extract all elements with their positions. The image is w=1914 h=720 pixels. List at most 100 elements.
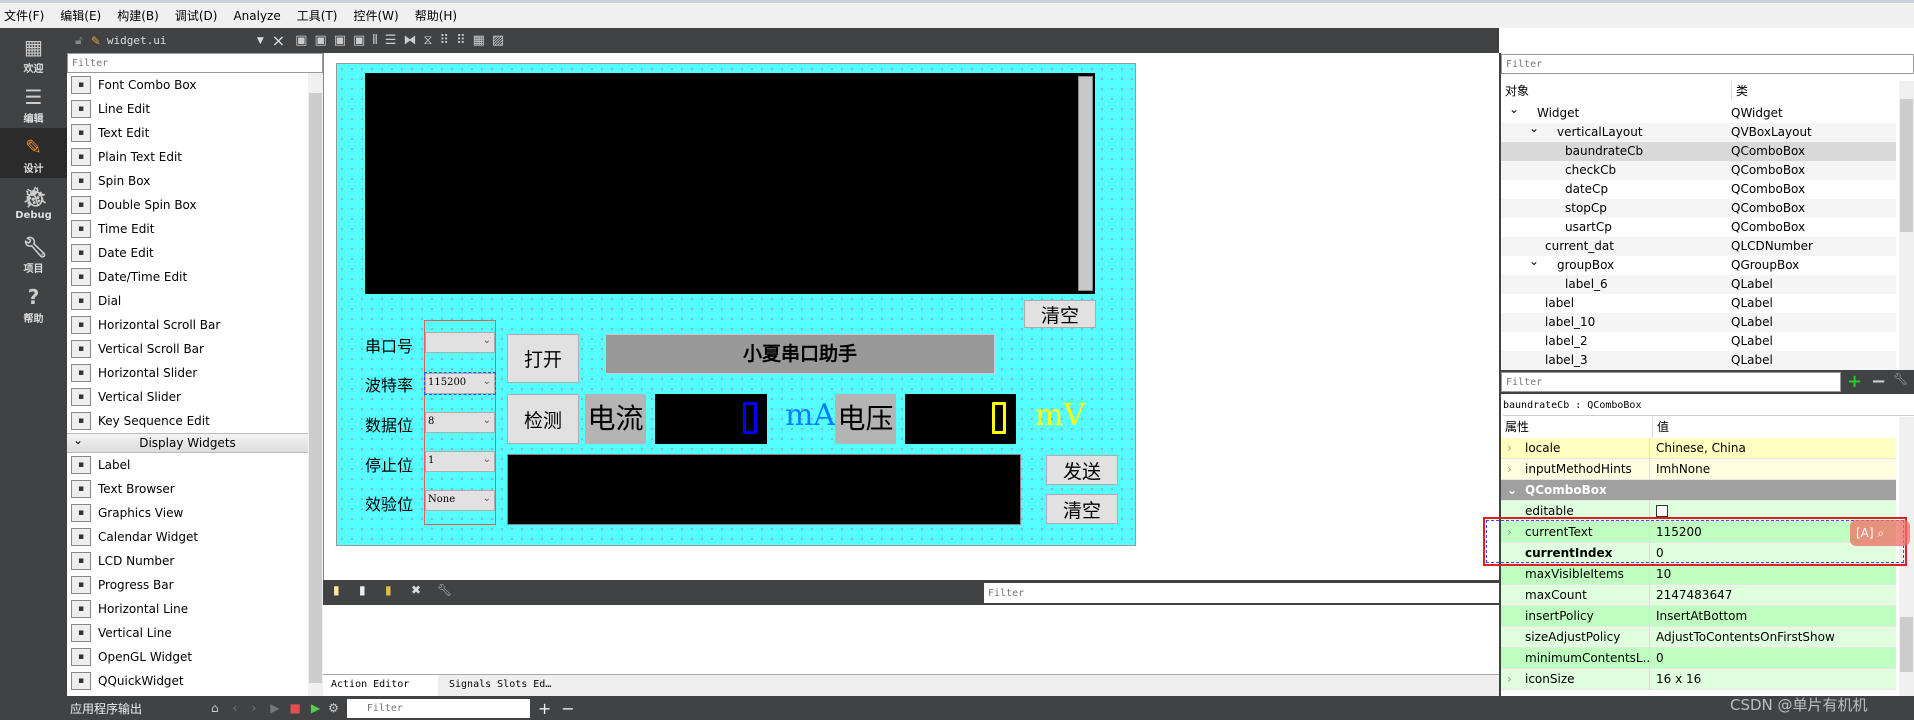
file-selector[interactable]: widget.ui xyxy=(107,34,257,47)
widget-item[interactable]: ▪ Line Edit xyxy=(67,97,308,121)
chevron-right-icon[interactable]: › xyxy=(1507,438,1512,459)
widget-item[interactable]: ▪ Horizontal Slider xyxy=(67,361,308,385)
detect-button[interactable]: 检测 xyxy=(507,394,579,444)
gear-icon[interactable]: ⚙ xyxy=(328,701,339,715)
property-value[interactable]: InsertAtBottom xyxy=(1656,606,1747,627)
add-property-icon[interactable]: + xyxy=(1847,371,1862,392)
property-row[interactable]: minimumContentsL... 0 xyxy=(1501,648,1896,669)
object-tree-row[interactable]: label_2 QLabel xyxy=(1501,332,1896,351)
property-filter-input[interactable] xyxy=(1501,372,1841,392)
chevron-down-icon[interactable]: ▼ xyxy=(257,36,264,46)
mode-3[interactable]: 🐞︎ Debug xyxy=(0,178,67,228)
property-value[interactable]: 0 xyxy=(1656,648,1664,669)
property-value[interactable]: 10 xyxy=(1656,564,1671,585)
ocr-search-popup[interactable]: [A] ⌕ xyxy=(1850,520,1910,546)
widget-filter-input[interactable] xyxy=(67,53,323,73)
widget-item[interactable]: ▪ Dial xyxy=(67,289,308,313)
widget-item[interactable]: ▪ Label xyxy=(67,453,308,477)
widget-item[interactable]: ▪ Text Edit xyxy=(67,121,308,145)
parity-combo[interactable]: None ⌄ xyxy=(425,490,495,511)
remove-property-icon[interactable]: − xyxy=(1871,371,1886,392)
add-icon[interactable]: + xyxy=(538,699,551,718)
widget-item[interactable]: ▪ Date/Time Edit xyxy=(67,265,308,289)
object-tree-row[interactable]: label_6 QLabel xyxy=(1501,275,1896,294)
databits-combo[interactable]: 8 ⌄ xyxy=(425,412,495,433)
property-row[interactable]: maxCount 2147483647 xyxy=(1501,585,1896,606)
paste-action-icon[interactable]: ▮ xyxy=(385,583,392,597)
widget-item[interactable]: ▪ OpenGL Widget xyxy=(67,645,308,669)
port-combo[interactable]: ⌄ xyxy=(425,332,495,353)
clean-icon[interactable]: ⌂ xyxy=(211,701,219,715)
receive-text-area[interactable] xyxy=(365,73,1095,294)
object-scrollbar[interactable] xyxy=(1899,81,1914,371)
widget-item[interactable]: ▪ Graphics View xyxy=(67,501,308,525)
new-action-icon[interactable]: ▮ xyxy=(333,583,340,597)
chevron-down-icon[interactable]: ⌄ xyxy=(1509,104,1519,119)
clear-send-button[interactable]: 清空 xyxy=(1046,494,1118,524)
widget-item[interactable]: ▪ Double Spin Box xyxy=(67,193,308,217)
widget-item[interactable]: ▪ Vertical Scroll Bar xyxy=(67,337,308,361)
chevron-right-icon[interactable]: › xyxy=(1507,459,1512,480)
close-document-button[interactable]: × xyxy=(272,31,285,50)
output-filter-input[interactable] xyxy=(346,698,530,718)
property-row[interactable]: sizeAdjustPolicy AdjustToContentsOnFirstS… xyxy=(1501,627,1896,648)
editable-checkbox[interactable] xyxy=(1656,505,1668,517)
object-tree-row[interactable]: ⌄ Widget QWidget xyxy=(1501,104,1896,123)
menu-help[interactable]: 帮助(H) xyxy=(415,7,457,24)
object-tree-row[interactable]: ⌄ verticalLayout QVBoxLayout xyxy=(1501,121,1896,142)
remove-icon[interactable]: − xyxy=(561,699,574,718)
widget-item[interactable]: ▪ Text Browser xyxy=(67,477,308,501)
property-row[interactable]: › iconSize 16 x 16 xyxy=(1501,669,1896,690)
widget-item[interactable]: ▪ Font Combo Box xyxy=(67,73,308,97)
delete-action-icon[interactable]: ✖ xyxy=(411,583,421,597)
action-filter-input[interactable] xyxy=(984,583,1499,603)
object-tree-row[interactable]: current_dat QLCDNumber xyxy=(1501,237,1896,256)
stopbits-combo[interactable]: 1 ⌄ xyxy=(425,451,495,472)
chevron-right-icon[interactable]: › xyxy=(1507,669,1512,690)
property-value[interactable]: ImhNone xyxy=(1656,459,1710,480)
widget-item[interactable]: ▪ Date Edit xyxy=(67,241,308,265)
widget-item[interactable]: ▪ Spin Box xyxy=(67,169,308,193)
previous-icon[interactable]: ‹ xyxy=(233,701,238,715)
widget-box-scrollbar[interactable] xyxy=(308,73,323,696)
open-button[interactable]: 打开 xyxy=(507,334,579,383)
property-row[interactable]: › inputMethodHints ImhNone xyxy=(1501,459,1896,480)
widget-item[interactable]: ▪ Time Edit xyxy=(67,217,308,241)
object-tree-row[interactable]: label_10 QLabel xyxy=(1501,313,1896,332)
property-value[interactable]: 16 x 16 xyxy=(1656,669,1701,690)
widget-item[interactable]: ▪ Horizontal Scroll Bar xyxy=(67,313,308,337)
object-tree-row[interactable]: checkCb QComboBox xyxy=(1501,161,1896,180)
widget-item[interactable]: ▪ Calendar Widget xyxy=(67,525,308,549)
chevron-down-icon[interactable]: ⌄ xyxy=(1507,480,1517,501)
property-value[interactable]: 2147483647 xyxy=(1656,585,1732,606)
widget-item[interactable]: ▪ Progress Bar xyxy=(67,573,308,597)
menu-build[interactable]: 构建(B) xyxy=(117,7,159,24)
object-tree-row[interactable]: stopCp QComboBox xyxy=(1501,199,1896,218)
object-tree-row[interactable]: baundrateCb QComboBox xyxy=(1501,142,1896,161)
object-tree-row[interactable]: label QLabel xyxy=(1501,294,1896,313)
mode-4[interactable]: 🔧︎ 项目 xyxy=(0,228,67,278)
object-tree-row[interactable]: dateCp QComboBox xyxy=(1501,180,1896,199)
layout-tools[interactable]: ▣▣▣▣⫴☰⧓⧖⠿⠿▦▨ xyxy=(295,33,511,48)
run-icon[interactable]: ▶ xyxy=(270,701,279,715)
property-row[interactable]: maxVisibleItems 10 xyxy=(1501,564,1896,585)
mode-0[interactable]: ▦ 欢迎 xyxy=(0,28,67,78)
tab-signals-slots[interactable]: Signals Slots Ed… xyxy=(441,675,559,696)
widget-item[interactable]: ▪ Vertical Slider xyxy=(67,385,308,409)
chevron-down-icon[interactable]: ⌄ xyxy=(1529,252,1539,271)
output-pane-label[interactable]: 应用程序输出 xyxy=(70,700,205,717)
mode-2[interactable]: ✎ 设计 xyxy=(0,128,67,178)
widget-item[interactable]: ▪ Horizontal Line xyxy=(67,597,308,621)
property-value[interactable]: AdjustToContentsOnFirstShow xyxy=(1656,627,1835,648)
property-value[interactable]: Chinese, China xyxy=(1656,438,1746,459)
widget-item[interactable]: ▪ Key Sequence Edit xyxy=(67,409,308,433)
menu-edit[interactable]: 编辑(E) xyxy=(60,7,101,24)
menu-tools[interactable]: 工具(T) xyxy=(297,7,338,24)
chevron-down-icon[interactable]: ⌄ xyxy=(1529,119,1539,138)
baud-combo[interactable]: 115200 ⌄ xyxy=(424,372,496,395)
menu-debug[interactable]: 调试(D) xyxy=(175,7,218,24)
stop-icon[interactable]: ■ xyxy=(289,701,300,715)
clear-receive-button[interactable]: 清空 xyxy=(1024,300,1096,328)
display-widgets-section[interactable]: ⌄ Display Widgets xyxy=(67,433,308,453)
copy-action-icon[interactable]: ▮ xyxy=(359,583,366,597)
